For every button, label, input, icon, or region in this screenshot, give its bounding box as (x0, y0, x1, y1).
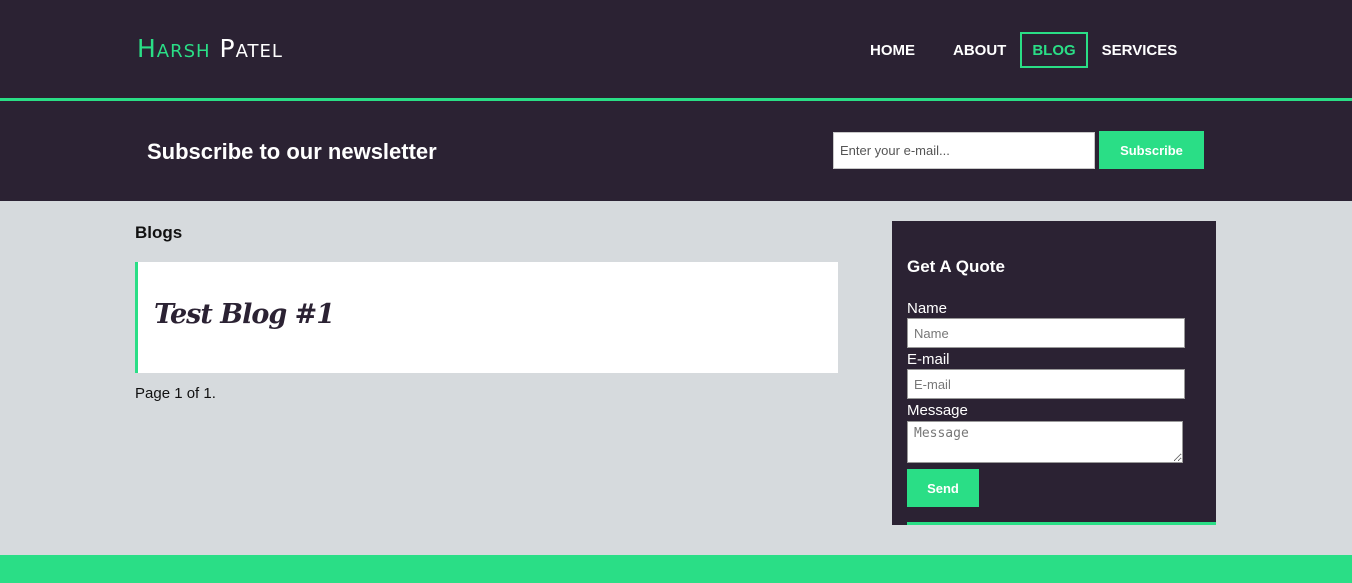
blog-post-card[interactable]: Test Blog #1 (135, 262, 838, 373)
quote-panel-bottom-border (892, 521, 1216, 525)
quote-title: Get A Quote (907, 257, 1005, 276)
newsletter-bar: Subscribe to our newsletter Subscribe (0, 101, 1352, 201)
email-label: E-mail (907, 351, 950, 368)
message-label: Message (907, 402, 968, 419)
site-header: Harsh Patel HOME ABOUT BLOG SERVICES (0, 0, 1352, 101)
logo-first-name: Harsh (137, 34, 211, 63)
subscribe-button[interactable]: Subscribe (1099, 131, 1204, 169)
name-label: Name (907, 300, 948, 317)
site-logo[interactable]: Harsh Patel (137, 34, 283, 64)
nav-home[interactable]: HOME (858, 32, 927, 68)
newsletter-email-input[interactable] (833, 132, 1095, 169)
message-textarea[interactable] (907, 421, 1183, 463)
logo-last-name: Patel (219, 34, 283, 63)
nav-blog[interactable]: BLOG (1020, 32, 1088, 68)
nav-services[interactable]: SERVICES (1090, 32, 1190, 68)
blog-post-title[interactable]: Test Blog #1 (154, 298, 335, 332)
email-input[interactable] (907, 369, 1185, 399)
quote-panel-accent-line (907, 522, 1216, 525)
send-button[interactable]: Send (907, 469, 979, 507)
footer-band (0, 555, 1352, 583)
newsletter-title: Subscribe to our newsletter (147, 139, 437, 164)
quote-panel: Get A Quote Name E-mail Message Send (892, 221, 1216, 522)
main-nav: HOME ABOUT BLOG SERVICES (858, 32, 1191, 68)
blogs-heading: Blogs (135, 223, 183, 242)
name-input[interactable] (907, 318, 1185, 348)
nav-about[interactable]: ABOUT (941, 32, 1018, 68)
pagination-text: Page 1 of 1. (135, 385, 216, 402)
